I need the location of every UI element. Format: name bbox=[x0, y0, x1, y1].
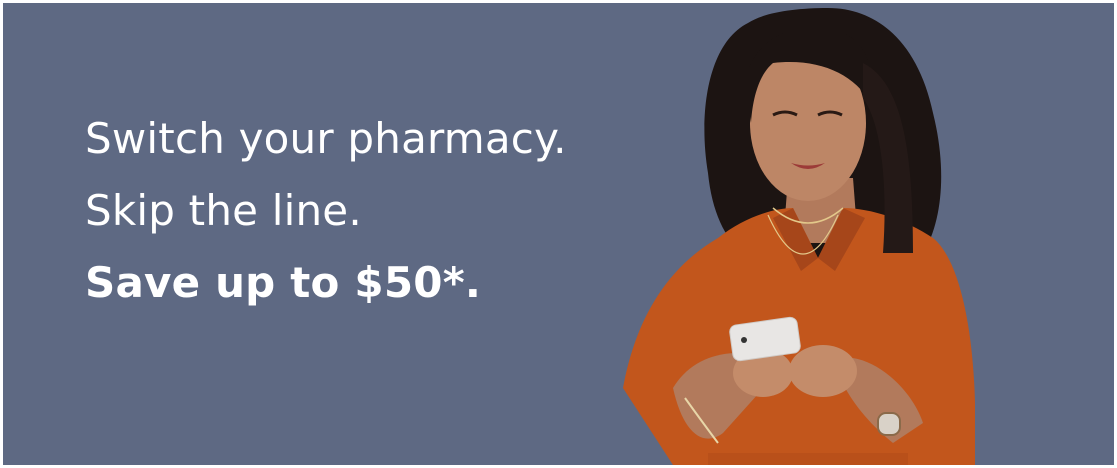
woman-with-phone-photo bbox=[623, 8, 975, 465]
hand-right bbox=[789, 345, 857, 397]
wristwatch bbox=[877, 412, 901, 436]
headline-save-offer: Save up to $50*. bbox=[85, 258, 482, 307]
headline-switch-pharmacy: Switch your pharmacy. bbox=[85, 114, 567, 163]
belt bbox=[708, 453, 908, 465]
phone-camera bbox=[741, 337, 747, 343]
promo-copy: Switch your pharmacy. Skip the line. Sav… bbox=[85, 115, 567, 307]
promo-banner[interactable]: Switch your pharmacy. Skip the line. Sav… bbox=[3, 3, 1114, 465]
headline-skip-line: Skip the line. bbox=[85, 186, 362, 235]
